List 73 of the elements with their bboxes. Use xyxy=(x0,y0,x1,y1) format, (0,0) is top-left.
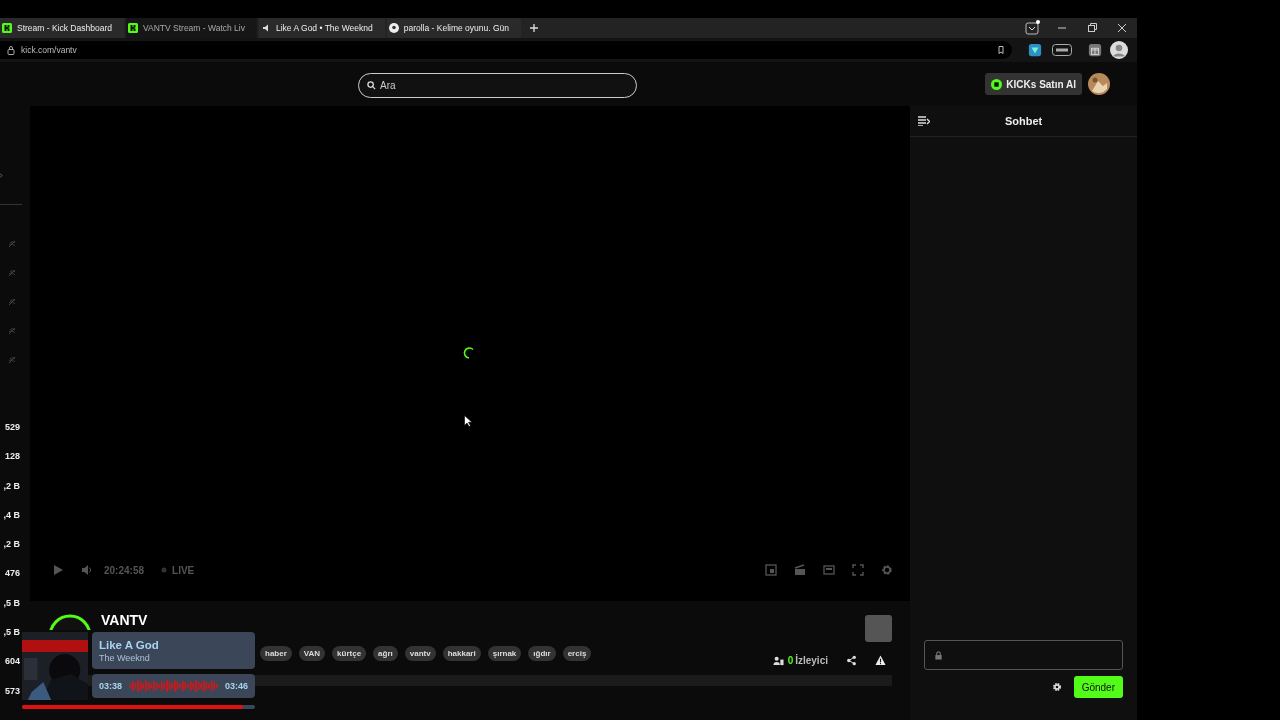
tag-chip[interactable]: ığdır xyxy=(528,646,556,661)
extension-icon[interactable] xyxy=(1028,43,1042,57)
viewer-count: ,2 B xyxy=(3,480,20,493)
viewer-count: 573 xyxy=(4,685,20,698)
collapse-chat-icon[interactable] xyxy=(918,116,930,126)
search-icon xyxy=(367,81,376,90)
tag-chip[interactable]: vantv xyxy=(404,646,436,661)
picture-in-picture-icon[interactable] xyxy=(765,564,777,576)
vpn-badge-icon[interactable] xyxy=(1052,44,1072,56)
kick-logo-icon xyxy=(127,23,138,33)
search-field[interactable]: Ara xyxy=(358,73,637,98)
browser-tab[interactable]: VANTV Stream - Watch Liv xyxy=(125,18,257,38)
kicks-coin-icon xyxy=(991,78,1003,90)
duration-time: 03:46 xyxy=(224,681,248,691)
live-label: LIVE xyxy=(172,564,195,576)
viewer-count: ,2 B xyxy=(3,539,20,552)
lock-icon xyxy=(934,650,943,660)
viewer-label: İzleyici xyxy=(795,655,828,666)
viewers-icon xyxy=(772,655,784,666)
viewer-number: 0 xyxy=(787,655,794,666)
clip-icon[interactable] xyxy=(794,564,806,576)
tag-chip[interactable]: erciş xyxy=(562,646,592,661)
channel-name[interactable]: VANTV xyxy=(101,612,592,628)
address-field[interactable]: kick.com/vantv xyxy=(0,41,1012,59)
tag-chip[interactable]: şırnak xyxy=(487,646,522,661)
viewer-count: ,5 B xyxy=(3,597,20,610)
tab-menu-icon[interactable] xyxy=(1024,20,1040,36)
waveform-icon xyxy=(128,679,219,693)
gift-icon[interactable] xyxy=(1088,43,1102,57)
offline-icon[interactable] xyxy=(7,355,17,365)
play-icon[interactable] xyxy=(52,564,64,576)
tag-chip[interactable]: VAN xyxy=(298,646,326,661)
chat-input-field[interactable] xyxy=(924,640,1123,670)
user-avatar-icon[interactable] xyxy=(1088,73,1110,95)
fullscreen-icon[interactable] xyxy=(852,564,864,576)
offline-icon[interactable] xyxy=(7,326,17,336)
theater-mode-icon[interactable] xyxy=(823,564,835,576)
offline-icon[interactable] xyxy=(7,297,17,307)
viewer-count: 128 xyxy=(4,451,20,464)
offline-icon[interactable] xyxy=(7,268,17,278)
browser-tab[interactable]: Stream - Kick Dashboard xyxy=(0,18,124,38)
loading-spinner-icon xyxy=(462,346,476,360)
volume-icon[interactable] xyxy=(81,564,93,576)
buy-kicks-button[interactable]: KICKs Satın Al xyxy=(985,73,1082,95)
viewer-count: 529 xyxy=(4,422,20,434)
bookmark-icon[interactable] xyxy=(996,45,1006,55)
viewer-count: 604 xyxy=(4,656,20,669)
chat-title: Sohbet xyxy=(1005,115,1043,127)
tag-chip[interactable]: haber xyxy=(260,646,292,661)
viewer-count: ,5 B xyxy=(3,627,20,640)
elapsed-time: 03:38 xyxy=(99,681,123,691)
live-dot-icon xyxy=(161,567,168,573)
site-logo-icon xyxy=(388,23,399,33)
viewer-count: 476 xyxy=(4,568,20,581)
browser-tab[interactable]: parolla - Kelime oyunu. Gün xyxy=(386,18,522,38)
cursor-icon xyxy=(464,415,472,427)
tag-chip[interactable]: ağrı xyxy=(373,646,398,661)
artist-name: The Weeknd xyxy=(99,652,151,663)
tag-chip[interactable]: kürtçe xyxy=(332,646,367,661)
viewer-count: ,4 B xyxy=(3,509,20,522)
profile-avatar-icon[interactable] xyxy=(1110,41,1128,59)
browser-tab[interactable]: Like A God • The Weeknd xyxy=(259,18,385,38)
warning-icon[interactable] xyxy=(875,655,886,666)
tag-chip[interactable]: hakkari xyxy=(442,646,481,661)
kick-logo-icon xyxy=(2,23,12,33)
speaker-icon xyxy=(261,23,271,33)
offline-icon[interactable] xyxy=(7,239,17,249)
share-icon[interactable] xyxy=(846,655,857,666)
stream-time: 20:24:58 xyxy=(104,564,145,576)
channel-avatar-icon[interactable] xyxy=(48,614,92,630)
lock-icon xyxy=(6,45,16,55)
send-button[interactable]: Gönder xyxy=(1073,676,1123,698)
song-title: Like A God xyxy=(99,638,160,651)
